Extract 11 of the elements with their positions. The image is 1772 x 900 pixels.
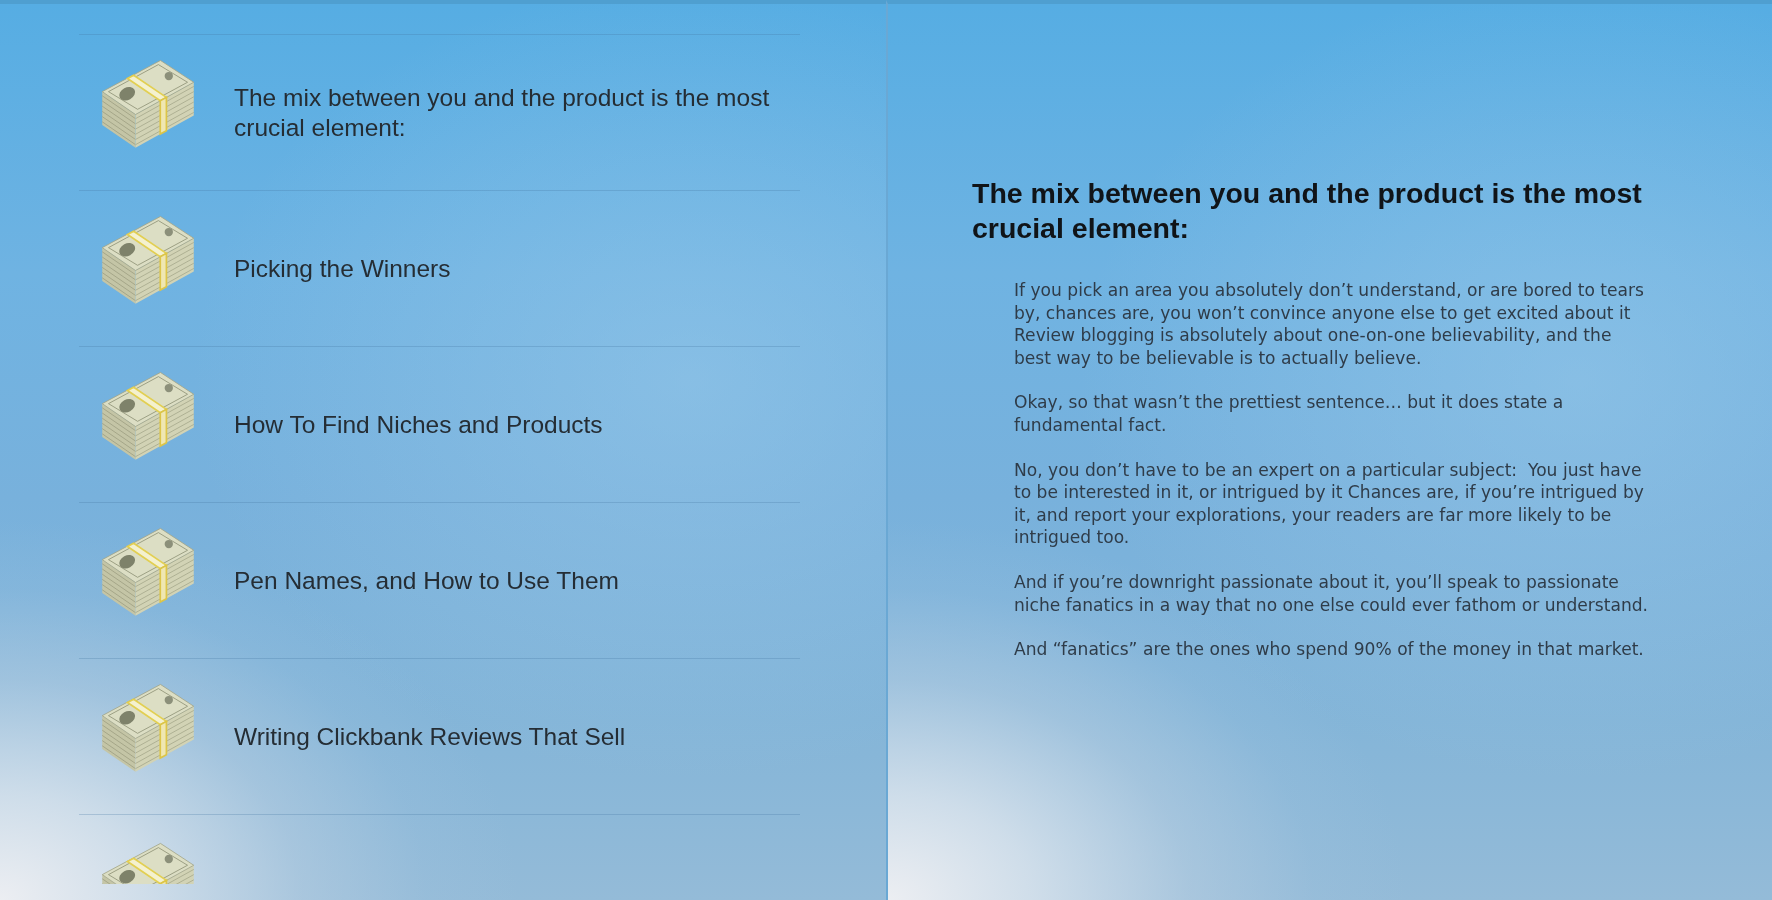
article-paragraph: No, you don’t have to be an expert on a particular subject: You just have to be interested in it, or intrigued by it Chances are, if you’re intrigued by it, and report your explorations, your readers are far more likely to be intrigued too. xyxy=(1014,458,1645,549)
list-item-title[interactable]: Picking the Winners xyxy=(234,253,451,284)
list-item-title[interactable]: The mix between you and the product is the most crucial element: xyxy=(234,82,800,143)
list-item-title[interactable]: Writing Clickbank Reviews That Sell xyxy=(234,721,626,752)
article-paragraph: And “fanatics” are the ones who spend 90% of the money in that market. xyxy=(1014,638,1645,661)
article-paragraph: And if you’re downright passionate about it, you’ll speak to passionate niche fanatics in a way that no one else could ever fathom or understand. xyxy=(1014,570,1649,617)
article-paragraph: If you pick an area you absolutely don’t understand, or are bored to tears by, chances are, you won’t convince anyone else to get excited about it Review blogging is absolutely about one-on-one believability, and the best way to be believable is to actually believe. xyxy=(1014,279,1645,370)
article-heading: The mix between you and the product is the most crucial element: xyxy=(972,176,1643,246)
list-item-title[interactable]: Pen Names, and How to Use Them xyxy=(234,565,619,596)
list-item-title[interactable]: How To Find Niches and Products xyxy=(234,409,603,440)
article-paragraph: Okay, so that wasn’t the prettiest sentence… but it does state a fundamental fact. xyxy=(1014,391,1565,437)
